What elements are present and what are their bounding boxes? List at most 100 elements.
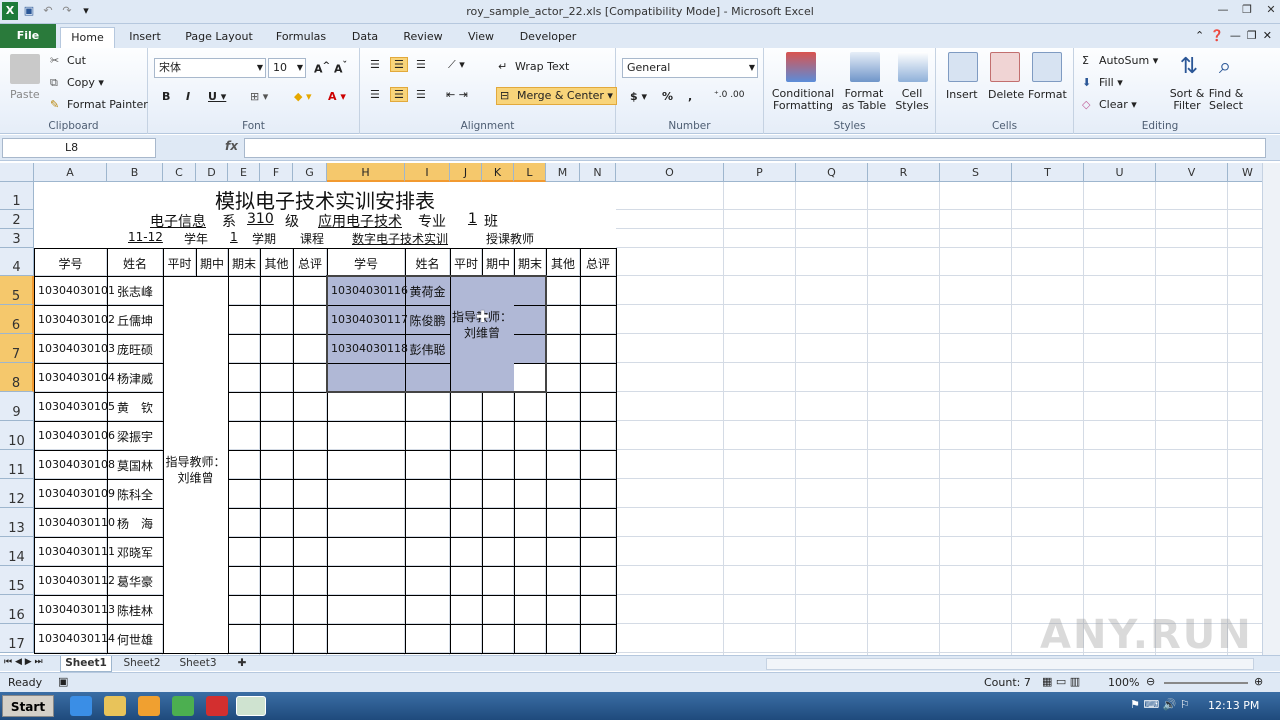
tab-formulas[interactable]: Formulas [270,27,332,48]
header-right-5[interactable]: 其他 [546,255,580,272]
column-header-N[interactable]: N [580,163,616,182]
instructor-left[interactable]: 指导教师：刘维曾 [165,454,226,486]
column-header-H[interactable]: H [327,163,405,182]
fill-button[interactable]: ⬇ Fill ▾ [1082,76,1123,90]
header-right-2[interactable]: 平时 [450,255,482,272]
row-header-1[interactable]: 1 [0,182,34,210]
tab-review[interactable]: Review [398,27,448,48]
column-header-A[interactable]: A [34,163,107,182]
row-header-2[interactable]: 2 [0,210,34,229]
student-name-right-2[interactable]: 彭伟聪 [405,341,450,358]
column-header-M[interactable]: M [546,163,580,182]
conditional-formatting-icon[interactable] [786,52,816,82]
active-cell-L8[interactable] [514,363,546,392]
student-name-left-0[interactable]: 张志峰 [107,283,163,300]
column-header-U[interactable]: U [1084,163,1156,182]
student-name-left-5[interactable]: 梁振宇 [107,428,163,445]
student-name-left-7[interactable]: 陈科全 [107,486,163,503]
header-left-0[interactable]: 学号 [34,255,107,272]
align-right-icon[interactable]: ☰ [416,88,426,101]
paste-icon[interactable] [10,54,40,84]
tab-developer[interactable]: Developer [515,27,581,48]
zoom-slider[interactable] [1164,682,1248,684]
column-header-V[interactable]: V [1156,163,1228,182]
row2-item-7[interactable]: 班 [484,211,604,231]
currency-button[interactable]: $ ▾ [630,90,647,103]
delete-cells-icon[interactable] [990,52,1020,82]
student-name-right-1[interactable]: 陈俊鹏 [405,312,450,329]
orientation-icon[interactable]: ⟋ ▾ [448,58,465,72]
sort-filter-button[interactable]: Sort & Filter [1166,88,1208,112]
header-left-6[interactable]: 总评 [293,255,327,272]
format-painter-button[interactable]: ✎ Format Painter [50,98,148,112]
format-button[interactable]: Format [1028,88,1067,101]
row-header-12[interactable]: 12 [0,479,34,508]
worksheet-grid[interactable]: A B C D E F G H I J K L M N O P Q R S T U V W 1 2 3 4 5 6 7 8 9 10 11 12 13… [0,163,1262,655]
ie-icon[interactable] [70,696,92,716]
chrome-icon[interactable] [172,696,194,716]
row3-item-5[interactable]: 数字电子技术实训 [352,230,482,247]
sheet-nav-icons[interactable]: ⏮ ◀ ▶ ⏭ [4,657,43,667]
row-header-13[interactable]: 13 [0,508,34,537]
column-header-C[interactable]: C [163,163,196,182]
row-header-3[interactable]: 3 [0,229,34,248]
column-header-L[interactable]: L [514,163,546,182]
copy-button[interactable]: ⧉ Copy ▾ [50,76,104,90]
student-id-left-5[interactable]: 10304030106 [38,429,115,442]
student-id-left-11[interactable]: 10304030113 [38,603,115,616]
row3-item-6[interactable]: 授课教师 [486,230,616,247]
student-id-left-0[interactable]: 10304030101 [38,284,115,297]
doc-close-icon[interactable]: ✕ [1263,29,1272,42]
column-header-F[interactable]: F [260,163,293,182]
zoom-level[interactable]: 100% [1108,676,1139,689]
student-id-left-10[interactable]: 10304030112 [38,574,115,587]
row-header-6[interactable]: 6 [0,305,34,334]
header-right-6[interactable]: 总评 [580,255,616,272]
format-cells-icon[interactable] [1032,52,1062,82]
decimal-icons[interactable]: ⁺.0 .00 [714,90,745,100]
formula-input[interactable] [244,138,1266,158]
student-name-left-12[interactable]: 何世雄 [107,631,163,648]
tray-icons[interactable]: ⚑ ⌨ 🔊 ⚐ [1130,698,1190,711]
student-id-left-9[interactable]: 10304030111 [38,545,115,558]
student-name-left-1[interactable]: 丘儒坤 [107,312,163,329]
row-header-10[interactable]: 10 [0,421,34,450]
cell-styles-icon[interactable] [898,52,928,82]
tab-view[interactable]: View [460,27,502,48]
row-header-5[interactable]: 5 [0,276,34,305]
bold-icon[interactable]: B [162,90,170,103]
student-id-left-8[interactable]: 10304030110 [38,516,115,529]
row-header-9[interactable]: 9 [0,392,34,421]
student-name-left-10[interactable]: 葛华豪 [107,573,163,590]
row-header-16[interactable]: 16 [0,595,34,624]
restore-icon[interactable]: ❐ [1240,3,1254,16]
row-header-17[interactable]: 17 [0,624,34,653]
header-left-5[interactable]: 其他 [260,255,293,272]
align-center-icon[interactable]: ☰ [390,87,408,102]
font-size-select[interactable]: 10 ▼ [268,58,306,78]
student-id-right-0[interactable]: 10304030116 [331,284,409,297]
tab-data[interactable]: Data [345,27,385,48]
column-header-K[interactable]: K [482,163,514,182]
align-top-icon[interactable]: ☰ [370,58,380,71]
grow-font-icon[interactable]: A^ Aˇ [314,60,347,76]
student-id-left-3[interactable]: 10304030104 [38,371,115,384]
align-bottom-icon[interactable]: ☰ [416,58,426,71]
row-header-15[interactable]: 15 [0,566,34,595]
cut-button[interactable]: ✂ Cut [50,54,86,68]
header-left-2[interactable]: 平时 [163,255,196,272]
paste-button[interactable]: Paste [10,88,40,101]
header-right-1[interactable]: 姓名 [405,255,450,272]
row-header-7[interactable]: 7 [0,334,34,363]
column-header-P[interactable]: P [724,163,796,182]
opera-icon[interactable] [206,696,228,716]
row-header-11[interactable]: 11 [0,450,34,479]
help-icon[interactable]: ❓ [1210,29,1224,42]
format-table-icon[interactable] [850,52,880,82]
student-name-left-2[interactable]: 庞旺硕 [107,341,163,358]
merge-center-button[interactable]: ⊟ Merge & Center ▾ [496,87,617,105]
sheet-tab-3[interactable]: Sheet3 [172,656,224,672]
column-header-I[interactable]: I [405,163,450,182]
zoom-out-icon[interactable]: ⊖ [1146,675,1155,688]
excel-taskbar-icon[interactable] [236,696,266,716]
